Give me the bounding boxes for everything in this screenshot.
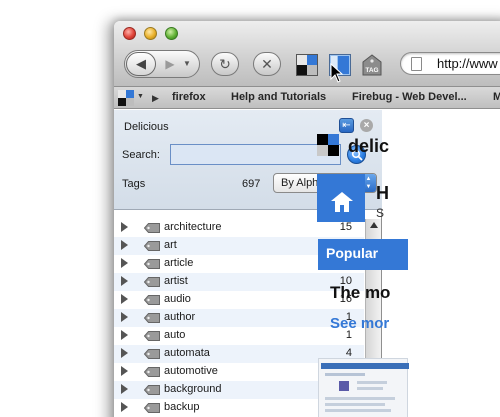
tags-label: Tags	[122, 178, 146, 190]
disclosure-triangle-icon[interactable]	[121, 258, 128, 268]
tag-icon	[144, 259, 160, 269]
section-heading: The mo	[330, 283, 391, 302]
page-thumbnail[interactable]	[318, 358, 409, 417]
tag-button[interactable]: TAG	[361, 53, 383, 77]
tag-row[interactable]: author 1	[114, 309, 364, 327]
tag-icon	[144, 367, 160, 377]
site-brand[interactable]: delic	[348, 136, 389, 157]
disclosure-triangle-icon[interactable]	[121, 312, 128, 322]
disclosure-triangle-icon[interactable]	[121, 330, 128, 340]
chevron-down-icon: ▼	[183, 59, 191, 68]
tag-name: artist	[164, 275, 188, 287]
window-minimize-button[interactable]	[144, 27, 157, 40]
window-zoom-button[interactable]	[165, 27, 178, 40]
tag-icon: TAG	[362, 54, 382, 76]
tag-row[interactable]: auto 1	[114, 327, 364, 345]
back-button[interactable]: ◀	[126, 52, 156, 76]
see-more-link[interactable]: See mor	[330, 315, 389, 332]
tag-icon	[144, 349, 160, 359]
delicious-logo-icon	[296, 54, 318, 76]
disclosure-triangle-icon[interactable]	[121, 366, 128, 376]
home-icon	[331, 192, 353, 212]
tag-name: automata	[164, 347, 210, 359]
bookmark-overflow[interactable]: M	[493, 91, 500, 103]
history-dropdown-button[interactable]: ▼	[180, 53, 194, 75]
home-subtext: S	[376, 206, 385, 220]
tag-icon	[144, 331, 160, 341]
close-icon[interactable]: ×	[360, 119, 373, 132]
tag-button-label: TAG	[365, 67, 378, 74]
tag-name: architecture	[164, 221, 222, 233]
tag-name: author	[164, 311, 196, 323]
logo-square	[317, 145, 328, 156]
tag-count: 15	[339, 221, 352, 233]
delicious-logo-icon	[118, 90, 134, 106]
bookmark-firefox[interactable]: firefox	[172, 91, 206, 103]
logo-square	[328, 134, 339, 145]
disclosure-triangle-icon[interactable]	[121, 348, 128, 358]
tag-icon	[144, 313, 160, 323]
tag-row[interactable]: audio 16	[114, 291, 364, 309]
tag-name: background	[164, 383, 222, 395]
sidebar-title: Delicious	[124, 121, 169, 133]
tags-count: 697	[242, 178, 261, 190]
page-icon	[411, 57, 422, 71]
reload-button[interactable]: ↻	[211, 52, 239, 76]
back-arrow-icon: ◀	[136, 56, 146, 71]
bookmark-firebug[interactable]: Firebug - Web Devel...	[352, 91, 467, 103]
tag-name: backup	[164, 401, 200, 413]
mouse-cursor-icon	[330, 62, 344, 83]
reload-icon: ↻	[219, 56, 231, 72]
tag-name: automotive	[164, 365, 218, 377]
disclosure-triangle-icon[interactable]	[121, 384, 128, 394]
disclosure-triangle-icon[interactable]	[121, 276, 128, 286]
forward-arrow-icon: ▶	[165, 57, 175, 71]
disclosure-triangle-icon: ▶	[152, 93, 159, 103]
disclosure-triangle-icon[interactable]	[121, 402, 128, 412]
disclosure-triangle-icon[interactable]	[121, 294, 128, 304]
popular-tab-label: Popular	[326, 245, 379, 261]
tag-icon	[144, 403, 160, 413]
tag-name: article	[164, 257, 194, 269]
tag-icon	[144, 223, 160, 233]
address-bar[interactable]: http://www	[400, 52, 500, 75]
tag-row[interactable]: artist 10	[114, 273, 364, 291]
toolbar: ◀ ▶ ▼ ↻ ✕ TAG http://www	[114, 21, 500, 87]
home-tile[interactable]	[317, 174, 365, 222]
url-text: http://www	[437, 56, 498, 71]
pin-icon[interactable]: ⇤	[339, 118, 354, 133]
tag-icon	[144, 241, 160, 251]
delicious-bookmarks-button[interactable]	[296, 54, 318, 76]
disclosure-triangle-icon[interactable]	[121, 240, 128, 250]
chevron-down-icon[interactable]: ▼	[137, 93, 144, 100]
home-heading: H	[376, 183, 389, 203]
stop-icon: ✕	[261, 56, 273, 72]
bookmark-help-and-tutorials[interactable]: Help and Tutorials	[231, 91, 326, 103]
tag-name: audio	[164, 293, 191, 305]
disclosure-triangle-icon[interactable]	[121, 222, 128, 232]
bookmarks-menu-button[interactable]	[118, 90, 134, 106]
bookmarks-toolbar: ▼ ▶ firefox Help and Tutorials Firebug -…	[114, 87, 500, 109]
forward-button[interactable]: ▶	[160, 53, 180, 75]
search-label: Search:	[122, 149, 160, 161]
browser-window: ◀ ▶ ▼ ↻ ✕ TAG http://www ▼ ▶ firefox Hel…	[114, 21, 500, 417]
delicious-logo-icon	[317, 134, 328, 145]
stop-button[interactable]: ✕	[253, 52, 281, 76]
search-input[interactable]	[170, 144, 341, 165]
tag-name: auto	[164, 329, 186, 341]
scroll-up-arrow-icon[interactable]	[370, 222, 378, 228]
tag-icon	[144, 385, 160, 395]
logo-square	[328, 145, 339, 156]
tag-name: art	[164, 239, 177, 251]
tag-icon	[144, 277, 160, 287]
tag-icon	[144, 295, 160, 305]
window-close-button[interactable]	[123, 27, 136, 40]
